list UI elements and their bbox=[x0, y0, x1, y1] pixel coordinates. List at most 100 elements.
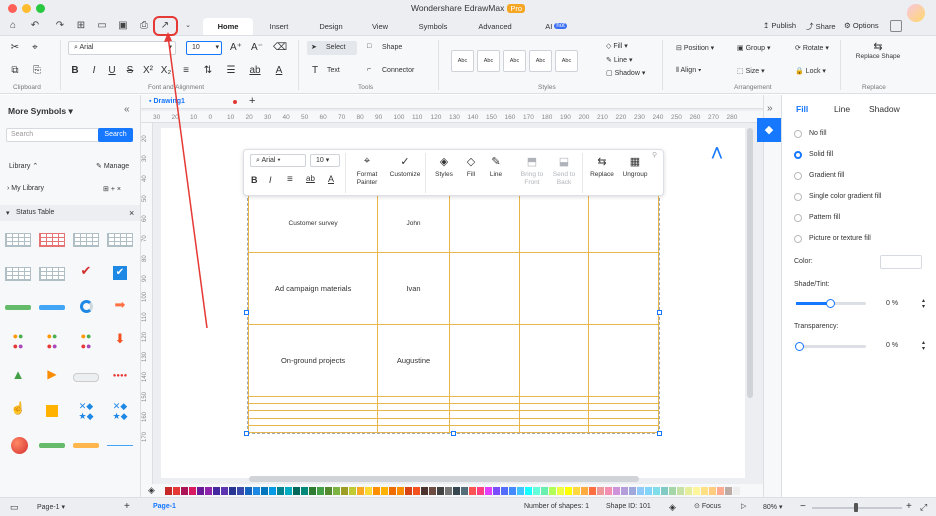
symbol-check-red[interactable]: ✔ bbox=[72, 263, 100, 285]
table-cell[interactable] bbox=[588, 251, 659, 325]
fill-menu[interactable]: ◇ Fill ▾ bbox=[606, 42, 628, 50]
add-page-icon[interactable]: + bbox=[249, 95, 255, 107]
symbol-ball-red[interactable] bbox=[4, 435, 32, 457]
symbol-tbl-red[interactable] bbox=[38, 229, 66, 251]
tab-view[interactable]: View bbox=[362, 18, 398, 35]
size-menu[interactable]: ⬚ Size ▾ bbox=[737, 67, 765, 75]
symbol-balls[interactable]: ●● ●● bbox=[38, 331, 66, 353]
print-icon[interactable]: ⎙ bbox=[137, 20, 151, 32]
home-icon[interactable]: ⌂ bbox=[6, 20, 20, 32]
shade-slider[interactable] bbox=[796, 299, 866, 308]
ft-bold-icon[interactable]: B bbox=[251, 175, 258, 185]
table-row[interactable] bbox=[247, 403, 659, 412]
copy-icon[interactable]: ⧉ bbox=[8, 65, 22, 76]
symbol-badge[interactable] bbox=[72, 367, 100, 389]
table-row[interactable]: On-ground projects Augustine bbox=[247, 323, 659, 397]
table-row[interactable]: Ad campaign materials Ivan bbox=[247, 251, 659, 325]
table-cell[interactable]: Ivan bbox=[377, 251, 450, 325]
symbol-check-blue[interactable]: ✔ bbox=[106, 263, 134, 285]
fill-option-radio[interactable] bbox=[794, 130, 802, 138]
text-button[interactable]: T Text bbox=[312, 64, 362, 78]
color-swatch[interactable] bbox=[397, 487, 404, 495]
fill-option-radio[interactable] bbox=[794, 235, 802, 243]
symbol-arrow-down[interactable]: ⬇ bbox=[106, 331, 134, 353]
align-menu[interactable]: ⫴ Align ▾ bbox=[676, 67, 701, 75]
color-swatch[interactable] bbox=[525, 487, 532, 495]
table-cell[interactable] bbox=[588, 194, 659, 253]
color-swatch[interactable] bbox=[333, 487, 340, 495]
fill-option-label[interactable]: Single color gradient fill bbox=[809, 193, 881, 200]
table-cell[interactable] bbox=[518, 417, 590, 426]
color-swatch[interactable] bbox=[477, 487, 484, 495]
pin-icon[interactable]: ⚲ bbox=[652, 151, 657, 159]
fill-option-radio[interactable] bbox=[794, 151, 802, 159]
transparency-thumb[interactable] bbox=[795, 342, 804, 351]
table-cell[interactable]: On-ground projects bbox=[247, 323, 379, 397]
library-actions[interactable]: ⊞ + × bbox=[103, 185, 121, 193]
color-swatch[interactable] bbox=[661, 487, 668, 495]
superscript-icon[interactable]: X² bbox=[141, 65, 155, 76]
color-swatch[interactable] bbox=[165, 487, 172, 495]
group-menu[interactable]: ▣ Group ▾ bbox=[737, 44, 771, 52]
format-painter-icon[interactable]: ⌖ bbox=[28, 42, 42, 53]
color-swatch[interactable] bbox=[413, 487, 420, 495]
color-swatch[interactable] bbox=[533, 487, 540, 495]
color-swatch[interactable] bbox=[485, 487, 492, 495]
symbol-bar-green2[interactable] bbox=[38, 435, 66, 457]
color-swatch[interactable] bbox=[517, 487, 524, 495]
color-swatch[interactable] bbox=[421, 487, 428, 495]
cut-icon[interactable]: ✂ bbox=[8, 42, 22, 53]
table-cell[interactable] bbox=[448, 417, 520, 426]
style-preset-2[interactable]: Abc bbox=[477, 50, 500, 72]
ft-font-color-icon[interactable]: A bbox=[328, 174, 334, 184]
color-swatch[interactable] bbox=[261, 487, 268, 495]
add-page-icon[interactable]: + bbox=[124, 501, 130, 512]
color-swatch[interactable] bbox=[205, 487, 212, 495]
resize-handle[interactable] bbox=[451, 431, 456, 436]
color-swatch[interactable] bbox=[461, 487, 468, 495]
avatar[interactable] bbox=[907, 4, 925, 22]
color-swatch[interactable] bbox=[229, 487, 236, 495]
symbol-dots[interactable]: ●●●● bbox=[106, 367, 134, 389]
color-swatch[interactable] bbox=[277, 487, 284, 495]
table-cell[interactable] bbox=[518, 323, 590, 397]
symbol-bar-green[interactable] bbox=[4, 297, 32, 319]
color-swatch[interactable] bbox=[341, 487, 348, 495]
rotate-menu[interactable]: ⟳ Rotate ▾ bbox=[795, 44, 829, 52]
undo-icon[interactable]: ↶ bbox=[28, 20, 42, 32]
ft-align-icon[interactable]: ≡ bbox=[287, 174, 293, 185]
shape-button[interactable]: □ Shape bbox=[367, 41, 427, 55]
color-swatch[interactable] bbox=[621, 487, 628, 495]
resize-handle[interactable] bbox=[657, 310, 662, 315]
transparency-slider[interactable] bbox=[795, 342, 866, 351]
layers-icon[interactable]: ◈ bbox=[669, 502, 676, 513]
fill-bucket-icon[interactable]: ◈ bbox=[148, 485, 155, 496]
color-swatch[interactable] bbox=[541, 487, 548, 495]
symbol-shapes2[interactable]: ✕◆ ★◆ bbox=[106, 401, 134, 423]
page-tab[interactable]: Page-1 bbox=[153, 503, 176, 510]
resize-handle[interactable] bbox=[657, 431, 662, 436]
increase-font-icon[interactable]: A⁺ bbox=[229, 42, 243, 53]
color-swatch[interactable] bbox=[357, 487, 364, 495]
table-cell[interactable] bbox=[448, 403, 520, 412]
panel-title[interactable]: More Symbols ▾ bbox=[8, 106, 73, 117]
color-swatch[interactable] bbox=[717, 487, 724, 495]
color-swatch[interactable] bbox=[325, 487, 332, 495]
connector-button[interactable]: ⌐ Connector bbox=[367, 64, 427, 78]
tab-ai[interactable]: AI hot bbox=[535, 18, 577, 35]
table-cell[interactable]: Augustine bbox=[377, 323, 450, 397]
color-swatch[interactable] bbox=[285, 487, 292, 495]
symbol-play[interactable]: ▶ bbox=[38, 367, 66, 389]
color-swatch[interactable] bbox=[733, 487, 740, 495]
color-swatch[interactable] bbox=[605, 487, 612, 495]
color-swatch[interactable] bbox=[589, 487, 596, 495]
color-swatch[interactable] bbox=[373, 487, 380, 495]
ft-font-select[interactable]: ⌕ Arial ▾ bbox=[250, 154, 306, 167]
fit-screen-icon[interactable]: ⤢ bbox=[920, 502, 927, 513]
table-cell[interactable] bbox=[377, 395, 450, 405]
table-cell[interactable] bbox=[247, 424, 379, 434]
symbol-ring[interactable] bbox=[72, 297, 100, 319]
color-swatch[interactable] bbox=[405, 487, 412, 495]
color-swatch[interactable] bbox=[389, 487, 396, 495]
table-cell[interactable] bbox=[518, 251, 590, 325]
